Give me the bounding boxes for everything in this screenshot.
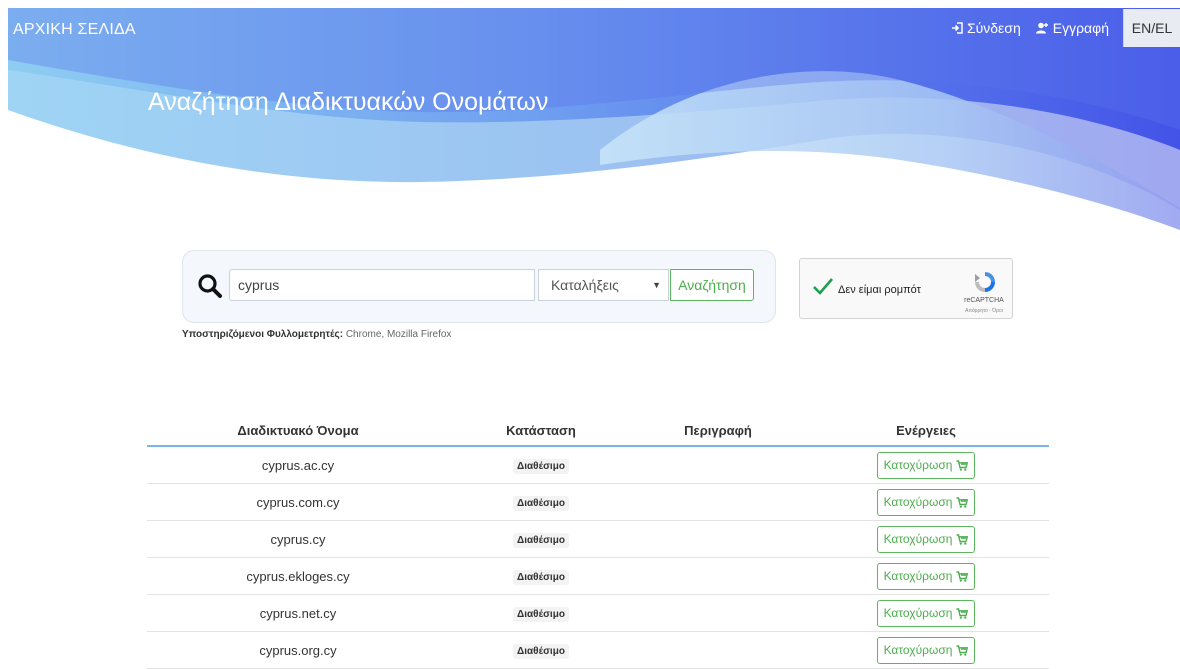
- status-badge: Διαθέσιμο: [513, 459, 569, 474]
- cart-icon: [956, 607, 969, 619]
- page-title: Αναζήτηση Διαδικτυακών Ονομάτων: [148, 88, 549, 116]
- status-badge: Διαθέσιμο: [513, 607, 569, 622]
- table-row: cyprus.ac.cy Διαθέσιμο Κατοχύρωση: [147, 447, 1049, 484]
- actions-cell: Κατοχύρωση: [803, 599, 1049, 627]
- extension-select-value: Καταλήξεις: [551, 277, 619, 293]
- register-link[interactable]: Εγγραφή: [1035, 20, 1109, 36]
- register-domain-label: Κατοχύρωση: [883, 532, 953, 546]
- sign-in-icon: [951, 22, 963, 34]
- recaptcha-terms-link[interactable]: Απόρρητο - Όροι: [960, 308, 1008, 314]
- actions-cell: Κατοχύρωση: [803, 562, 1049, 590]
- header-domain-name: Διαδικτυακό Όνομα: [237, 423, 359, 438]
- supported-browsers-value: Chrome, Mozilla Firefox: [345, 329, 452, 340]
- domain-name-cell: cyprus.org.cy: [259, 642, 337, 658]
- header-actions: Ενέργειες: [896, 423, 956, 438]
- recaptcha-logo-icon: [972, 269, 998, 300]
- table-row: cyprus.net.cy Διαθέσιμο Κατοχύρωση: [147, 595, 1049, 632]
- actions-cell: Κατοχύρωση: [803, 636, 1049, 664]
- register-domain-button[interactable]: Κατοχύρωση: [876, 525, 976, 553]
- nav-right: Σύνδεση Εγγραφή EN/EL: [951, 8, 1180, 48]
- search-panel: Καταλήξεις ▼ Αναζήτηση: [182, 250, 776, 323]
- domain-name-cell: cyprus.net.cy: [259, 605, 337, 621]
- status-cell: Διαθέσιμο: [449, 493, 633, 511]
- header-status: Κατάσταση: [506, 423, 576, 438]
- table-header: Διαδικτυακό Όνομα Κατάσταση Περιγραφή Εν…: [147, 418, 1049, 447]
- login-link[interactable]: Σύνδεση: [951, 20, 1021, 36]
- language-toggle-button[interactable]: EN/EL: [1123, 9, 1180, 47]
- status-cell: Διαθέσιμο: [449, 530, 633, 548]
- status-badge: Διαθέσιμο: [513, 496, 569, 511]
- status-cell: Διαθέσιμο: [449, 567, 633, 585]
- domain-name-cell: cyprus.cy: [270, 531, 326, 547]
- register-domain-label: Κατοχύρωση: [883, 569, 953, 583]
- register-domain-label: Κατοχύρωση: [883, 458, 953, 472]
- actions-cell: Κατοχύρωση: [803, 525, 1049, 553]
- recaptcha-widget[interactable]: Δεν είμαι ρομπότ reCAPTCHA Απόρρητο - Όρ…: [799, 258, 1013, 319]
- register-domain-button[interactable]: Κατοχύρωση: [876, 488, 976, 516]
- status-badge: Διαθέσιμο: [513, 644, 569, 659]
- status-badge: Διαθέσιμο: [513, 533, 569, 548]
- header-description: Περιγραφή: [684, 423, 752, 438]
- status-cell: Διαθέσιμο: [449, 641, 633, 659]
- register-domain-button[interactable]: Κατοχύρωση: [876, 636, 976, 664]
- status-cell: Διαθέσιμο: [449, 604, 633, 622]
- table-row: cyprus.cy Διαθέσιμο Κατοχύρωση: [147, 521, 1049, 558]
- register-domain-label: Κατοχύρωση: [883, 643, 953, 657]
- register-domain-label: Κατοχύρωση: [883, 606, 953, 620]
- cart-icon: [956, 459, 969, 471]
- register-domain-label: Κατοχύρωση: [883, 495, 953, 509]
- register-domain-button[interactable]: Κατοχύρωση: [876, 562, 976, 590]
- supported-browsers-label: Υποστηριζόμενοι Φυλλομετρητές:: [182, 329, 344, 340]
- status-cell: Διαθέσιμο: [449, 456, 633, 474]
- login-label: Σύνδεση: [966, 20, 1021, 36]
- table-row: cyprus.ekloges.cy Διαθέσιμο Κατοχύρωση: [147, 558, 1049, 595]
- actions-cell: Κατοχύρωση: [803, 451, 1049, 479]
- cart-icon: [956, 496, 969, 508]
- table-row: cyprus.org.cy Διαθέσιμο Κατοχύρωση: [147, 632, 1049, 669]
- top-navbar: ΑΡΧΙΚΗ ΣΕΛΙΔΑ Σύνδεση Εγγραφή EN/EL: [0, 8, 1180, 48]
- search-button[interactable]: Αναζήτηση: [670, 269, 754, 301]
- table-body: cyprus.ac.cy Διαθέσιμο Κατοχύρωση cyprus.co…: [147, 447, 1049, 669]
- domain-name-cell: cyprus.ekloges.cy: [246, 568, 350, 584]
- cart-icon: [956, 570, 969, 582]
- domain-name-cell: cyprus.ac.cy: [261, 457, 335, 473]
- recaptcha-label: Δεν είμαι ρομπότ: [838, 284, 921, 296]
- caret-down-icon: ▼: [652, 280, 661, 290]
- status-badge: Διαθέσιμο: [513, 570, 569, 585]
- checkmark-icon[interactable]: [812, 276, 834, 301]
- extension-select[interactable]: Καταλήξεις ▼: [538, 269, 669, 301]
- cart-icon: [956, 533, 969, 545]
- cart-icon: [956, 644, 969, 656]
- supported-browsers: Υποστηριζόμενοι Φυλλομετρητές: Chrome, M…: [182, 329, 451, 340]
- table-row: cyprus.com.cy Διαθέσιμο Κατοχύρωση: [147, 484, 1049, 521]
- search-input[interactable]: [229, 269, 535, 301]
- search-icon: [197, 273, 223, 304]
- recaptcha-brand: reCAPTCHA: [964, 297, 1004, 304]
- register-domain-button[interactable]: Κατοχύρωση: [876, 599, 976, 627]
- user-plus-icon: [1035, 22, 1048, 34]
- domain-name-cell: cyprus.com.cy: [256, 494, 340, 510]
- register-label: Εγγραφή: [1052, 20, 1109, 36]
- actions-cell: Κατοχύρωση: [803, 488, 1049, 516]
- home-link[interactable]: ΑΡΧΙΚΗ ΣΕΛΙΔΑ: [13, 21, 136, 39]
- register-domain-button[interactable]: Κατοχύρωση: [876, 451, 976, 479]
- results-table: Διαδικτυακό Όνομα Κατάσταση Περιγραφή Εν…: [147, 418, 1049, 669]
